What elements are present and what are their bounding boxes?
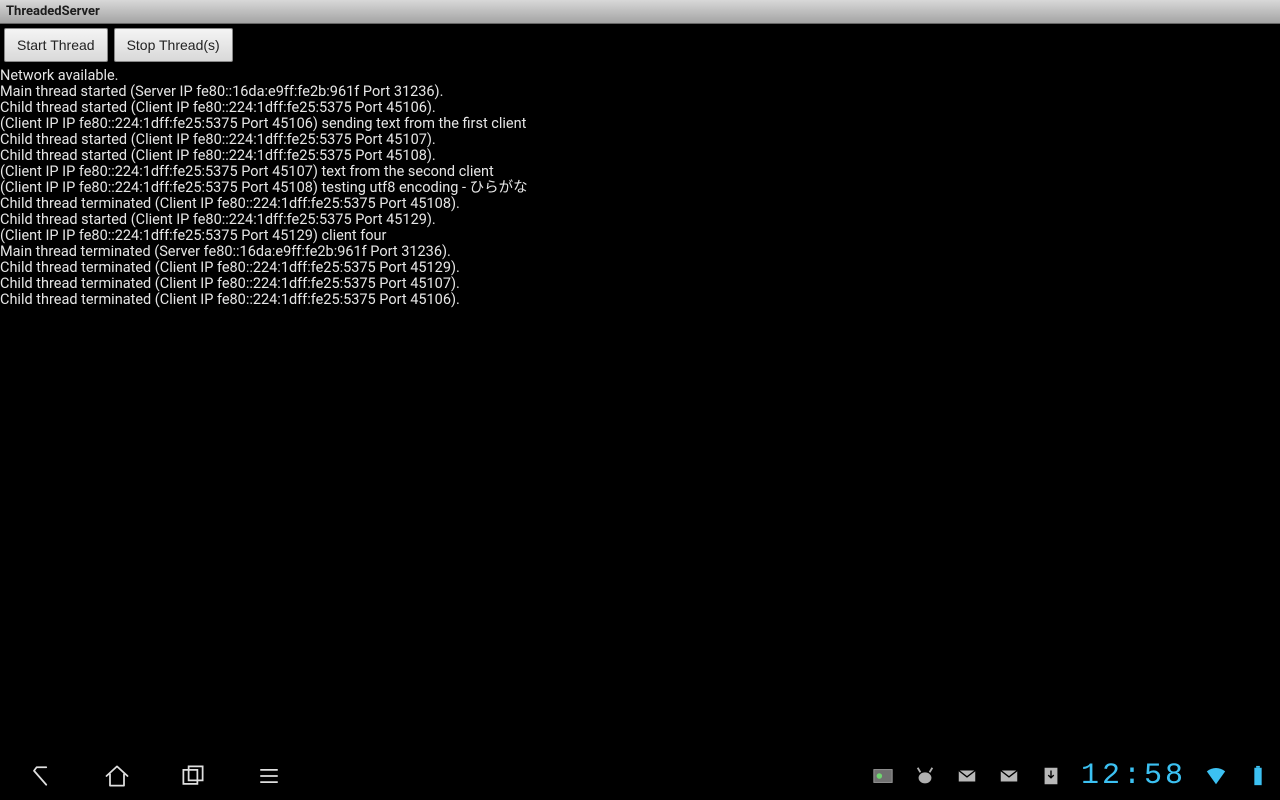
download-icon[interactable] bbox=[1039, 764, 1063, 788]
start-thread-button[interactable]: Start Thread bbox=[4, 28, 108, 62]
log-line: Child thread started (Client IP fe80::22… bbox=[0, 212, 1280, 228]
gmail-icon[interactable] bbox=[997, 764, 1021, 788]
log-line: (Client IP IP fe80::224:1dff:fe25:5375 P… bbox=[0, 164, 1280, 180]
wifi-icon[interactable] bbox=[1204, 764, 1228, 788]
log-line: Main thread terminated (Server fe80::16d… bbox=[0, 244, 1280, 260]
menu-icon[interactable] bbox=[254, 761, 284, 791]
status-tray: 12:58 bbox=[871, 759, 1280, 793]
log-line: Child thread started (Client IP fe80::22… bbox=[0, 148, 1280, 164]
log-line: Child thread terminated (Client IP fe80:… bbox=[0, 260, 1280, 276]
nav-buttons bbox=[0, 761, 284, 791]
terminal-notification-icon[interactable] bbox=[871, 764, 895, 788]
stop-thread-button[interactable]: Stop Thread(s) bbox=[114, 28, 233, 62]
log-line: Child thread terminated (Client IP fe80:… bbox=[0, 276, 1280, 292]
log-line: Child thread terminated (Client IP fe80:… bbox=[0, 196, 1280, 212]
log-line: Main thread started (Server IP fe80::16d… bbox=[0, 84, 1280, 100]
system-navigation-bar: 12:58 bbox=[0, 752, 1280, 800]
log-line: (Client IP IP fe80::224:1dff:fe25:5375 P… bbox=[0, 180, 1280, 196]
log-line: (Client IP IP fe80::224:1dff:fe25:5375 P… bbox=[0, 228, 1280, 244]
battery-icon[interactable] bbox=[1246, 764, 1270, 788]
log-line: Child thread started (Client IP fe80::22… bbox=[0, 132, 1280, 148]
log-output: Network available.Main thread started (S… bbox=[0, 66, 1280, 750]
log-line: Child thread terminated (Client IP fe80:… bbox=[0, 292, 1280, 308]
back-icon[interactable] bbox=[26, 761, 56, 791]
toolbar: Start Thread Stop Thread(s) bbox=[0, 24, 1280, 66]
window-title-bar: ThreadedServer bbox=[0, 0, 1280, 24]
clock[interactable]: 12:58 bbox=[1081, 759, 1186, 793]
usb-debug-icon[interactable] bbox=[913, 764, 937, 788]
log-line: (Client IP IP fe80::224:1dff:fe25:5375 P… bbox=[0, 116, 1280, 132]
recent-apps-icon[interactable] bbox=[178, 761, 208, 791]
log-line: Child thread started (Client IP fe80::22… bbox=[0, 100, 1280, 116]
log-line: Network available. bbox=[0, 68, 1280, 84]
mail-icon[interactable] bbox=[955, 764, 979, 788]
window-title: ThreadedServer bbox=[6, 4, 100, 19]
home-icon[interactable] bbox=[102, 761, 132, 791]
